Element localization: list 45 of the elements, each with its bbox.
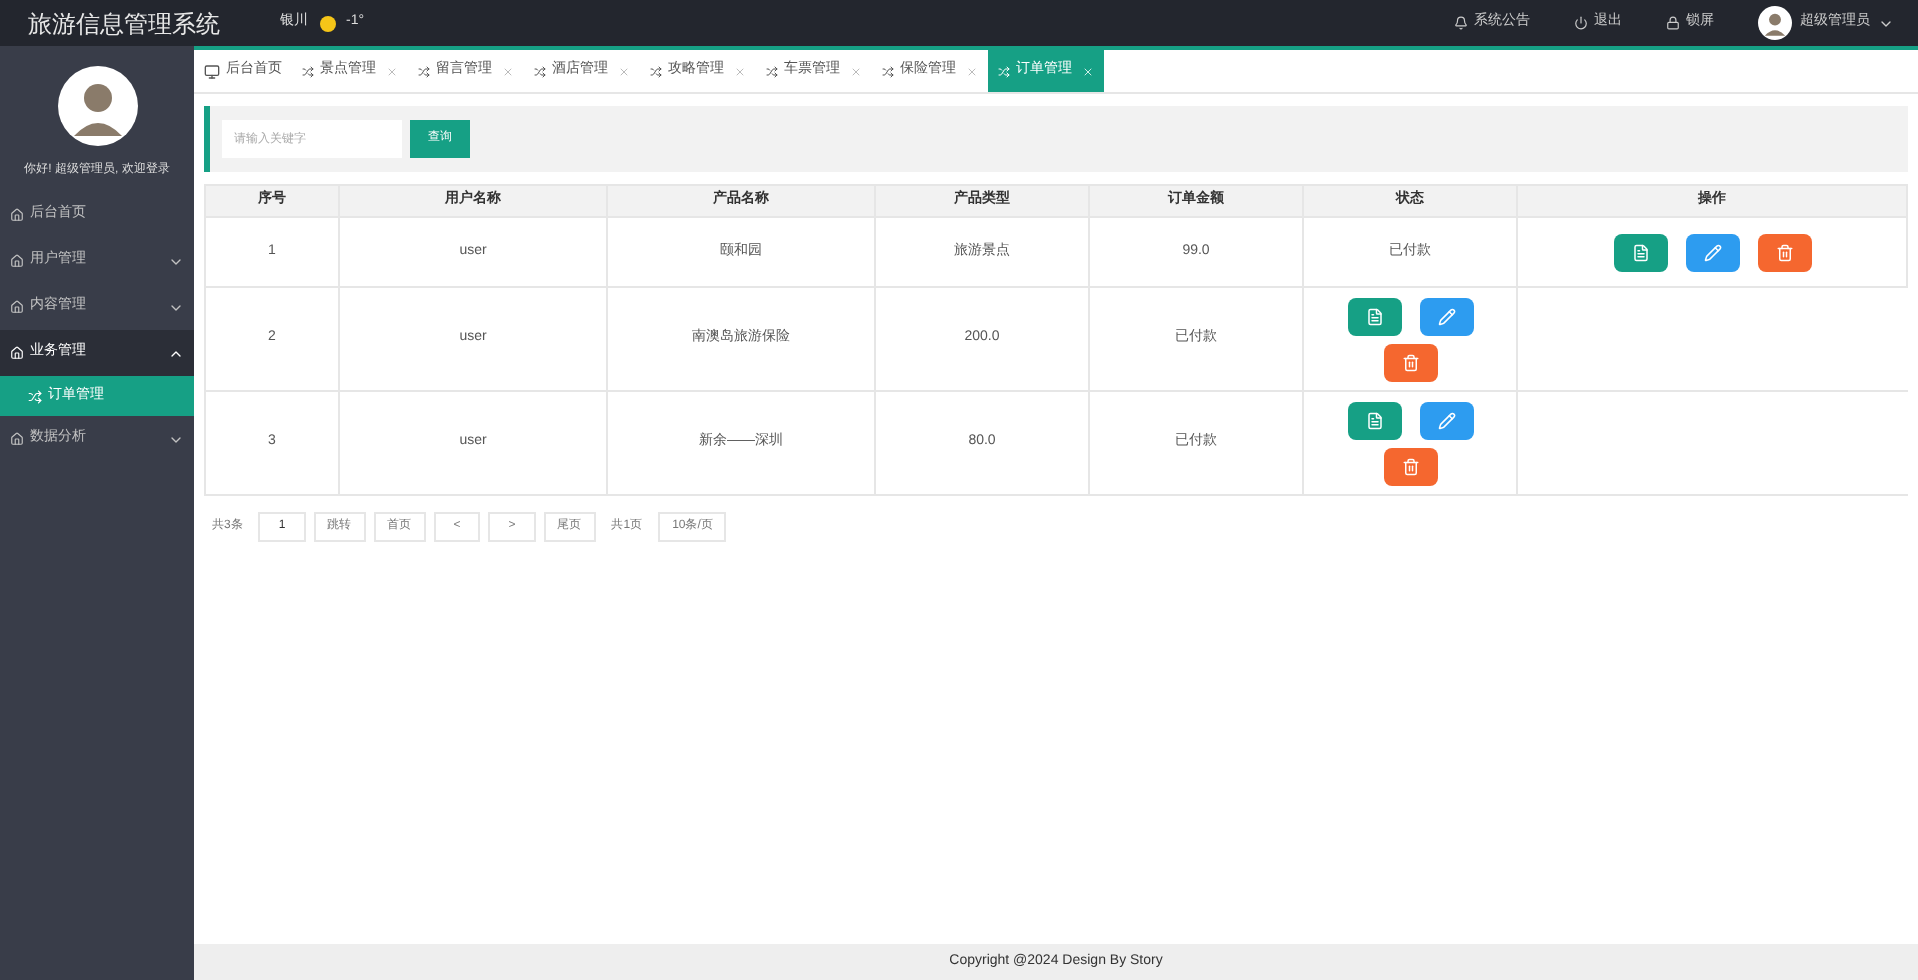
trash-icon bbox=[1401, 457, 1419, 475]
shuffle-icon bbox=[28, 389, 42, 403]
close-icon[interactable] bbox=[850, 65, 862, 77]
home-icon bbox=[10, 346, 24, 360]
trash-icon bbox=[1775, 243, 1793, 261]
pencil-icon bbox=[1437, 307, 1455, 325]
view-button[interactable] bbox=[1347, 401, 1401, 439]
delete-button[interactable] bbox=[1383, 343, 1437, 381]
close-icon[interactable] bbox=[734, 65, 746, 77]
pencil-icon bbox=[1703, 243, 1721, 261]
delete-button[interactable] bbox=[1757, 233, 1811, 271]
close-icon[interactable] bbox=[502, 65, 514, 77]
close-icon[interactable] bbox=[618, 65, 630, 77]
view-button[interactable] bbox=[1347, 297, 1401, 335]
view-button[interactable] bbox=[1613, 233, 1667, 271]
close-icon[interactable] bbox=[386, 65, 398, 77]
trash-icon bbox=[1401, 353, 1419, 371]
home-icon bbox=[10, 208, 24, 222]
shuffle-icon bbox=[418, 65, 430, 77]
lock-icon bbox=[1666, 16, 1680, 30]
pencil-icon bbox=[1437, 411, 1455, 429]
shuffle-icon bbox=[766, 65, 778, 77]
delete-button[interactable] bbox=[1383, 447, 1437, 485]
home-icon bbox=[10, 254, 24, 268]
bell-icon bbox=[1454, 16, 1468, 30]
edit-button[interactable] bbox=[1685, 233, 1739, 271]
shuffle-icon bbox=[998, 65, 1010, 77]
profile-avatar bbox=[57, 66, 137, 146]
user-avatar bbox=[1758, 6, 1792, 40]
monitor-icon bbox=[204, 63, 220, 79]
close-icon[interactable] bbox=[966, 65, 978, 77]
power-icon bbox=[1574, 16, 1588, 30]
edit-button[interactable] bbox=[1419, 401, 1473, 439]
edit-button[interactable] bbox=[1419, 297, 1473, 335]
app-title: 旅游信息管理系统 bbox=[26, 7, 222, 41]
shuffle-icon bbox=[302, 65, 314, 77]
document-icon bbox=[1365, 411, 1383, 429]
shuffle-icon bbox=[882, 65, 894, 77]
shuffle-icon bbox=[650, 65, 662, 77]
document-icon bbox=[1365, 307, 1383, 325]
shuffle-icon bbox=[534, 65, 546, 77]
home-icon bbox=[10, 300, 24, 314]
document-icon bbox=[1631, 243, 1649, 261]
home-icon bbox=[10, 432, 24, 446]
sun-icon bbox=[320, 15, 336, 31]
